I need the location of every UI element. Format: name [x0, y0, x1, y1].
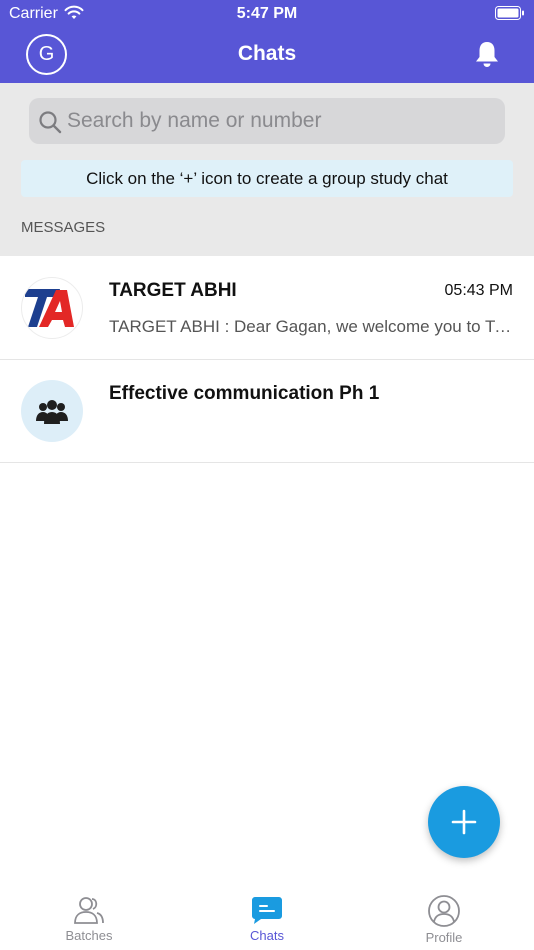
tab-label: Batches	[65, 928, 113, 943]
chat-row-effective-communication[interactable]: Effective communication Ph 1	[0, 360, 534, 463]
search-input[interactable]	[67, 98, 497, 144]
group-avatar	[21, 380, 83, 442]
info-banner: Click on the ‘+’ icon to create a group …	[21, 160, 513, 197]
tab-label: Chats	[250, 928, 284, 943]
chat-name: Effective communication Ph 1	[109, 383, 380, 404]
search-bar[interactable]	[29, 98, 505, 144]
plus-icon	[451, 809, 477, 835]
search-icon	[39, 111, 62, 134]
tab-label: Profile	[425, 930, 463, 945]
tab-batches[interactable]: Batches	[29, 885, 149, 950]
header-bar: Carrier 5:47 PM G Chats	[0, 0, 534, 83]
logo-graphic	[25, 289, 74, 327]
chat-name: TARGET ABHI	[109, 280, 237, 301]
status-bar: Carrier 5:47 PM	[0, 0, 534, 28]
tab-bar: Batches Chats Profile	[0, 885, 534, 950]
chat-row-target-abhi[interactable]: TARGET ABHI 05:43 PM TARGET ABHI : Dear …	[0, 257, 534, 360]
create-group-button[interactable]	[428, 786, 500, 858]
group-icon	[36, 400, 68, 424]
section-header-messages: MESSAGES	[21, 219, 106, 236]
tab-profile[interactable]: Profile	[384, 885, 504, 950]
tab-chats[interactable]: Chats	[207, 885, 327, 950]
users-icon	[74, 897, 104, 924]
status-time: 5:47 PM	[236, 5, 298, 22]
chat-preview: TARGET ABHI : Dear Gagan, we welcome you…	[109, 317, 513, 336]
bell-icon[interactable]	[474, 40, 500, 68]
target-abhi-logo	[21, 277, 83, 339]
page-title: Chats	[237, 42, 297, 65]
chat-icon	[252, 897, 282, 924]
chat-timestamp: 05:43 PM	[444, 282, 513, 299]
profile-icon	[428, 895, 460, 927]
battery-icon	[495, 6, 524, 20]
